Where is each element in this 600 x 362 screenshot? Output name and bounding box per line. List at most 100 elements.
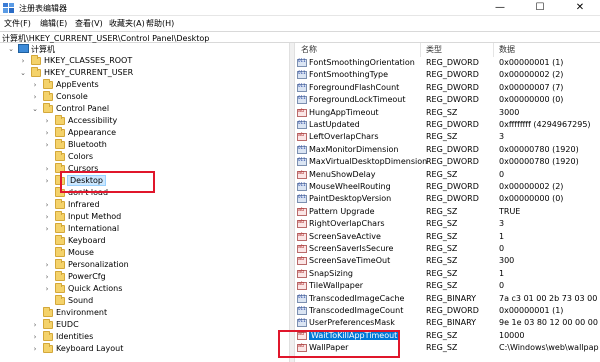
menu-view[interactable]: 查看(V) <box>75 18 103 29</box>
expand-icon[interactable]: › <box>43 117 51 125</box>
tree-label: Identities <box>56 332 94 341</box>
value-row[interactable]: TileWallpaper REG_SZ 0 <box>295 280 600 292</box>
value-row[interactable]: FontSmoothingOrientation REG_DWORD 0x00000… <box>295 57 600 69</box>
value-name: ForegroundFlashCount <box>309 82 400 92</box>
value-row[interactable]: FontSmoothingType REG_DWORD 0x00000002 (2) <box>295 69 600 81</box>
expand-icon[interactable]: › <box>43 213 51 221</box>
menu-file[interactable]: 文件(F) <box>4 18 31 29</box>
expand-icon[interactable]: › <box>43 165 51 173</box>
value-name: HungAppTimeout <box>309 107 379 117</box>
string-value-icon <box>297 219 307 229</box>
value-type: REG_DWORD <box>426 306 479 315</box>
tree-label: International <box>68 224 120 233</box>
expand-icon[interactable]: › <box>43 177 51 185</box>
expand-icon[interactable]: › <box>31 81 39 89</box>
value-name: LeftOverlapChars <box>309 132 379 142</box>
folder-icon <box>43 331 53 341</box>
expand-icon[interactable]: › <box>43 141 51 149</box>
expand-icon[interactable]: › <box>19 57 27 65</box>
close-button[interactable]: ✕ <box>560 0 600 16</box>
menu-edit[interactable]: 编辑(E) <box>40 18 67 29</box>
window-title: 注册表编辑器 <box>19 4 67 13</box>
dword-value-icon <box>297 83 307 92</box>
tree-label: Input Method <box>68 212 122 221</box>
value-row[interactable]: ForegroundLockTimeout REG_DWORD 0x00000000… <box>295 94 600 106</box>
expand-icon[interactable]: ⌄ <box>19 69 27 77</box>
value-row[interactable]: WallPaper REG_SZ C:\Windows\web\wallpap <box>295 342 600 354</box>
column-divider[interactable] <box>420 43 421 57</box>
value-row[interactable]: MaxMonitorDimension REG_DWORD 0x00000780 (… <box>295 144 600 156</box>
tree-label: Keyboard Layout <box>56 344 124 353</box>
expand-icon[interactable]: › <box>31 345 39 353</box>
value-data: 0x00000007 (7) <box>499 82 564 92</box>
expand-icon[interactable]: ⌄ <box>31 105 39 113</box>
string-value-icon <box>297 207 307 216</box>
value-type: REG_DWORD <box>426 82 479 92</box>
value-row[interactable]: ScreenSaverIsSecure REG_SZ 0 <box>295 243 600 255</box>
value-row[interactable]: MaxVirtualDesktopDimensionREG_DWORD 0x000… <box>295 156 600 168</box>
expand-icon[interactable]: › <box>31 333 39 341</box>
string-value-icon <box>297 244 307 253</box>
string-value-icon <box>297 269 307 278</box>
expand-icon[interactable]: › <box>43 261 51 269</box>
address-bar[interactable]: 计算机\HKEY_CURRENT_USER\Control Panel\Desk… <box>0 31 600 43</box>
value-row[interactable]: LeftOverlapChars REG_SZ 3 <box>295 131 600 143</box>
folder-icon <box>55 211 65 221</box>
expand-icon[interactable]: › <box>43 273 51 281</box>
value-row[interactable]: Pattern Upgrade REG_SZ TRUE <box>295 206 600 218</box>
value-row[interactable]: ScreenSaveTimeOut REG_SZ 300 <box>295 255 600 267</box>
value-name: ScreenSaveTimeOut <box>309 256 391 266</box>
tree-label: HKEY_CURRENT_USER <box>44 68 134 77</box>
expand-icon[interactable]: ⌄ <box>7 45 15 53</box>
value-type: REG_SZ <box>426 107 458 117</box>
values-list: 名称 类型 数据 FontSmoothingOrientation REG_DWO… <box>295 43 600 362</box>
value-type: REG_SZ <box>426 132 458 142</box>
value-row[interactable]: HungAppTimeout REG_SZ 3000 <box>295 107 600 119</box>
expand-icon[interactable]: › <box>31 321 39 329</box>
tree-label: Cursors <box>68 164 99 173</box>
column-divider[interactable] <box>493 43 494 57</box>
computer-icon <box>18 44 29 53</box>
value-data: TRUE <box>499 206 521 216</box>
tree-label: AppEvents <box>56 80 99 89</box>
value-name: FontSmoothingType <box>309 70 389 80</box>
value-row[interactable]: MenuShowDelay REG_SZ 0 <box>295 169 600 181</box>
value-row[interactable]: TranscodedImageCount REG_DWORD 0x00000001 … <box>295 305 600 317</box>
value-row[interactable]: TranscodedImageCache REG_BINARY 7a c3 01 0… <box>295 293 600 305</box>
string-value-icon <box>297 170 307 179</box>
value-row[interactable]: MouseWheelRouting REG_DWORD 0x00000002 (2) <box>295 181 600 193</box>
value-data: 0 <box>499 169 505 179</box>
column-header-type[interactable]: 类型 <box>426 43 442 57</box>
tree-label: Colors <box>68 152 94 161</box>
value-row[interactable]: RightOverlapChars REG_SZ 3 <box>295 218 600 230</box>
expand-icon[interactable]: › <box>43 129 51 137</box>
value-row[interactable]: LastUpdated REG_DWORD 0xffffffff (42949672… <box>295 119 600 131</box>
value-type: REG_SZ <box>426 330 458 340</box>
folder-icon <box>55 295 65 305</box>
string-value-icon <box>297 108 307 117</box>
expand-icon[interactable]: › <box>43 201 51 209</box>
registry-editor-icon <box>3 3 14 13</box>
value-row[interactable]: PaintDesktopVersion REG_DWORD 0x00000000 (… <box>295 193 600 205</box>
menu-favorites[interactable]: 收藏夹(A) <box>109 18 145 29</box>
value-row[interactable]: UserPreferencesMask REG_BINARY 9e 1e 03 80… <box>295 317 600 329</box>
expand-icon[interactable]: › <box>31 93 39 101</box>
dword-value-icon <box>297 95 307 105</box>
tree-label: HKEY_CLASSES_ROOT <box>44 56 133 65</box>
expand-icon[interactable]: › <box>43 225 51 233</box>
value-row[interactable]: ForegroundFlashCount REG_DWORD 0x00000007 … <box>295 82 600 94</box>
maximize-button[interactable]: ☐ <box>520 0 560 16</box>
menu-help[interactable]: 帮助(H) <box>146 18 174 29</box>
value-name: MouseWheelRouting <box>309 182 391 191</box>
value-row[interactable]: SnapSizing REG_SZ 1 <box>295 268 600 280</box>
value-type: REG_SZ <box>426 244 458 253</box>
string-value-icon <box>297 132 307 142</box>
column-header-name[interactable]: 名称 <box>301 43 317 57</box>
value-row-selected[interactable]: WaitToKillAppTimeout REG_SZ 10000 <box>295 330 600 342</box>
minimize-button[interactable]: — <box>480 0 520 16</box>
value-name: SnapSizing <box>309 268 353 278</box>
value-row[interactable]: ScreenSaveActive REG_SZ 1 <box>295 231 600 243</box>
expand-icon[interactable]: › <box>43 285 51 293</box>
value-data: 0 <box>499 281 505 291</box>
column-header-data[interactable]: 数据 <box>499 43 515 57</box>
